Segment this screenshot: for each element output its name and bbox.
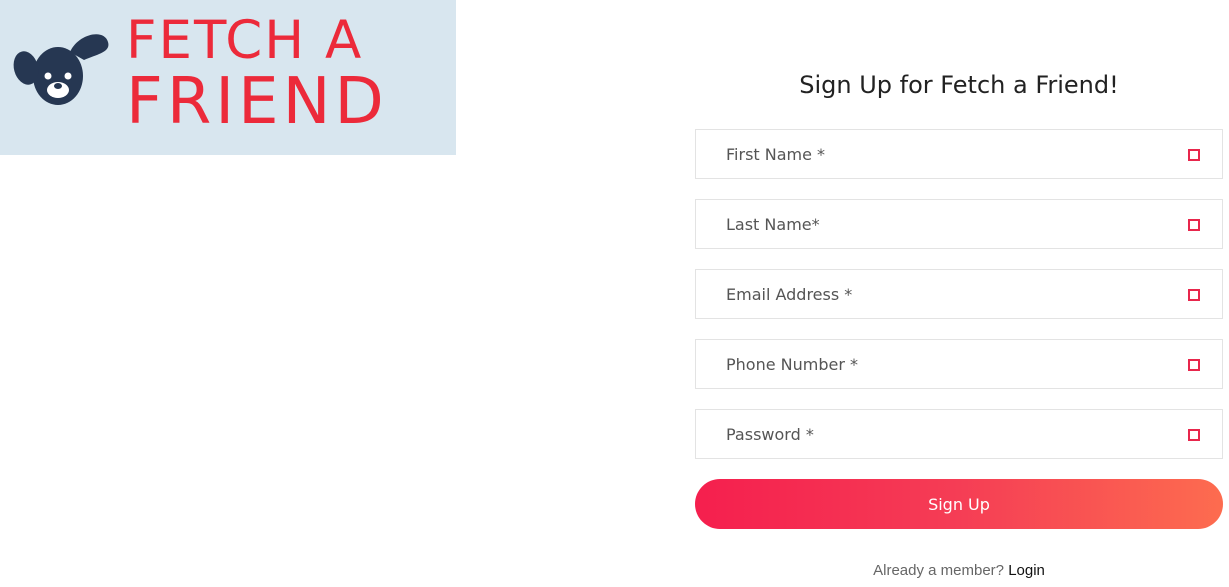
password-field[interactable] <box>695 409 1223 459</box>
first-name-field[interactable] <box>695 129 1223 179</box>
brand-line-1: FETCH A <box>126 10 364 71</box>
brand-line-2: FRIEND <box>126 65 388 139</box>
login-link[interactable]: Login <box>1008 562 1045 579</box>
sign-up-button[interactable]: Sign Up <box>695 479 1223 529</box>
required-icon <box>1188 289 1200 301</box>
email-input[interactable] <box>696 270 1222 318</box>
last-name-field[interactable] <box>695 199 1223 249</box>
page-title: Sign Up for Fetch a Friend! <box>799 71 1119 99</box>
login-prompt-text: Already a member? <box>873 562 1005 579</box>
phone-input[interactable] <box>696 340 1222 388</box>
phone-field[interactable] <box>695 339 1223 389</box>
email-field[interactable] <box>695 269 1223 319</box>
required-icon <box>1188 149 1200 161</box>
login-prompt: Already a member? Login <box>695 562 1223 579</box>
brand-logo: FETCH A FRIEND <box>0 0 456 155</box>
required-icon <box>1188 429 1200 441</box>
first-name-input[interactable] <box>696 130 1222 178</box>
last-name-input[interactable] <box>696 200 1222 248</box>
brand-wordmark: FETCH A FRIEND <box>126 14 388 134</box>
required-icon <box>1188 219 1200 231</box>
password-input[interactable] <box>696 410 1222 458</box>
required-icon <box>1188 359 1200 371</box>
dog-icon <box>13 34 109 105</box>
